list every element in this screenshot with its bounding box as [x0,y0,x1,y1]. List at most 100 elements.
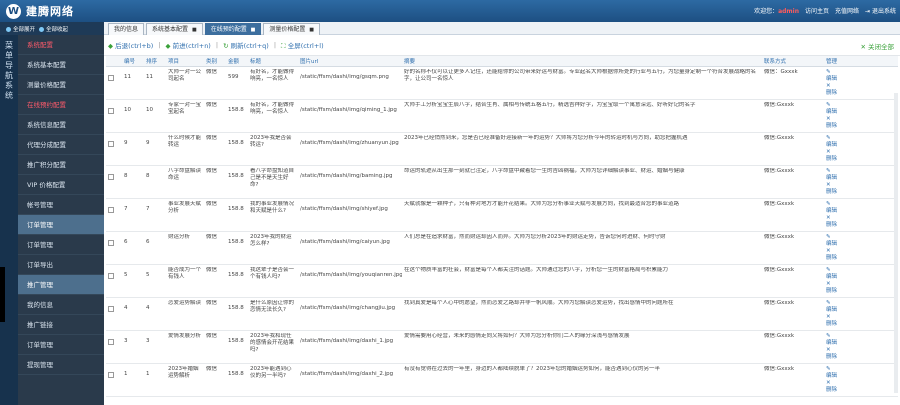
row-checkbox[interactable] [108,371,114,378]
delete-button[interactable]: ✕ 删除 [826,83,896,97]
close-icon[interactable]: ■ [192,27,197,33]
sidebar-item-withdraw[interactable]: 提现管理 [18,355,104,375]
header-sort[interactable]: 排序 [144,56,166,67]
sidebar-item-system-info[interactable]: 系统信息配置 [18,115,104,135]
edit-button[interactable]: ✎ 编辑 [826,333,896,347]
project-text: 恋爱运势解读 [168,299,202,306]
tab-online-booking[interactable]: 在线预约配置 ■ [204,23,262,35]
sidebar-item-promo-orders[interactable]: 订单管理 [18,335,104,355]
row-checkbox[interactable] [108,74,114,81]
row-select[interactable] [106,165,122,199]
header-id[interactable]: 编号 [122,56,144,67]
title-text: 2023年能遇到心仪的另一半吗? [250,365,292,379]
row-checkbox[interactable] [108,305,114,312]
table-row[interactable]: 7 7 事业发展天赋分析 微信 158.8 我的事业发展情况和天赋是什么?/static/… [106,198,898,232]
table-row[interactable]: 6 6 财运分析 微信 158.8 2023年我的财运怎么样?/static/ffsm/d… [106,231,898,265]
row-checkbox[interactable] [108,206,114,213]
forward-button[interactable]: ◆ 前进(ctrl+n) [166,40,211,50]
row-select[interactable] [106,132,122,166]
delete-button[interactable]: ✕ 删除 [826,347,896,361]
close-all-button[interactable]: ✕ 关闭全部 [860,41,894,51]
delete-button[interactable]: ✕ 删除 [826,182,896,196]
row-select[interactable] [106,297,122,331]
header-summary[interactable]: 摘要 [402,56,762,67]
row-checkbox[interactable] [108,239,114,246]
sidebar-item-agent-share[interactable]: 代理分成配置 [18,135,104,155]
row-select[interactable] [106,198,122,232]
row-select[interactable] [106,330,122,364]
close-icon[interactable]: ■ [251,27,256,33]
fullscreen-button[interactable]: ⛶ 全屏(ctrl+l) [281,40,324,51]
table-row[interactable]: 5 5 能否成为一个有钱人 微信 158.8 我这辈子是否会一个有钱人吗?/static/… [106,264,898,298]
tab-my-info[interactable]: 我的信息 [108,23,145,35]
header-project[interactable]: 项目 [166,56,204,67]
edit-button[interactable]: ✎ 编辑 [826,267,896,281]
sidebar-item-my-info[interactable]: 我的信息 [18,295,104,315]
delete-button[interactable]: ✕ 删除 [826,116,896,130]
delete-button[interactable]: ✕ 删除 [826,215,896,229]
delete-button[interactable]: ✕ 删除 [826,314,896,328]
header-amount[interactable]: 金额 [226,56,248,67]
row-select[interactable] [106,99,122,133]
table-row[interactable]: 11 11 大师一对一公司起名 微信 599 有好名，才能做得响亮，一名惊人/static… [106,66,898,100]
edit-button[interactable]: ✎ 编辑 [826,102,896,116]
delete-button[interactable]: ✕ 删除 [826,380,896,394]
sidebar-item-promo-points[interactable]: 推广积分配置 [18,155,104,175]
sidebar-item-system-basic[interactable]: 系统基本配置 [18,55,104,75]
category-text: 微信 [206,68,218,75]
table-row[interactable]: 9 9 什么时候才能转运 微信 158.8 2023年我是否会转运?/static/ffs… [106,132,898,166]
edit-button[interactable]: ✎ 编辑 [826,366,896,380]
row-select[interactable] [106,231,122,265]
home-link[interactable]: 访问主页 [805,6,829,15]
close-icon[interactable]: ■ [309,27,314,33]
collapse-all-button[interactable]: 全部收起 [39,25,68,33]
header-image-url[interactable]: 图片url [298,56,402,67]
sidebar-item-order-group[interactable]: 订单管理 [18,215,104,235]
row-checkbox[interactable] [108,173,114,180]
table-row[interactable]: 4 4 恋爱运势解读 微信 158.8 是什么原因让你的恋情无法长久?/static/ff… [106,297,898,331]
sidebar-item-order-export[interactable]: 订单导出 [18,255,104,275]
project-text: 大师一对一公司起名 [168,68,202,82]
header-contact[interactable]: 联系方式 [762,56,824,67]
header-title[interactable]: 标题 [248,56,298,67]
table-row[interactable]: 10 10 专家一对一宝宝起名 微信 158.8 有好名，才能做得响亮，一名惊人/stat… [106,99,898,133]
table-row[interactable]: 3 3 爱情发展分析 微信 158.8 2023年我和现任的感情会开花结果吗?/stati… [106,330,898,364]
row-checkbox[interactable] [108,338,114,345]
refresh-button[interactable]: ↻ 刷新(ctrl+q) [223,40,269,50]
vertical-scrollbar[interactable] [894,93,898,393]
divider: | [273,41,277,49]
edit-button[interactable]: ✎ 编辑 [826,300,896,314]
sidebar-item-measure-price[interactable]: 测量价格配置 [18,75,104,95]
header-category[interactable]: 类别 [204,56,226,67]
expand-all-button[interactable]: 全部展开 [6,25,35,33]
sidebar-item-promo-link[interactable]: 推广链接 [18,315,104,335]
sidebar-item-order-manage[interactable]: 订单管理 [18,235,104,255]
row-checkbox[interactable] [108,140,114,147]
row-select[interactable] [106,363,122,397]
row-checkbox[interactable] [108,272,114,279]
table-row[interactable]: 8 8 八字命盘解读命运 微信 158.8 看八字命盘知道自己是不是天生好命?/stati… [106,165,898,199]
edit-button[interactable]: ✎ 编辑 [826,201,896,215]
sidebar-item-online-booking[interactable]: 在线预约配置 [18,95,104,115]
recharge-link[interactable]: 充值网络 [835,6,859,15]
row-checkbox[interactable] [108,107,114,114]
table-row[interactable]: 1 1 2023年婚姻运势解析 微信 158.8 2023年能遇到心仪的另一半吗?/sta… [106,363,898,397]
edit-button[interactable]: ✎ 编辑 [826,168,896,182]
row-select[interactable] [106,66,122,100]
delete-button[interactable]: ✕ 删除 [826,149,896,163]
sidebar-item-account[interactable]: 帐号管理 [18,195,104,215]
sidebar-item-system-config[interactable]: 系统配置 [18,35,104,55]
sidebar-item-vip-price[interactable]: VIP 价格配置 [18,175,104,195]
tab-measure-price[interactable]: 测量价格配置 ■ [263,23,321,35]
back-button[interactable]: ◆ 后退(ctrl+b) [108,40,153,50]
edit-button[interactable]: ✎ 编辑 [826,135,896,149]
sidebar-item-promo-group[interactable]: 推广管理 [18,275,104,295]
expand-icon [6,26,11,32]
delete-button[interactable]: ✕ 删除 [826,248,896,262]
edit-button[interactable]: ✎ 编辑 [826,69,896,83]
row-select[interactable] [106,264,122,298]
delete-button[interactable]: ✕ 删除 [826,281,896,295]
logout-link[interactable]: ⇥ 退出系统 [865,6,896,15]
tab-system-basic[interactable]: 系统基本配置 ■ [146,23,203,35]
edit-button[interactable]: ✎ 编辑 [826,234,896,248]
